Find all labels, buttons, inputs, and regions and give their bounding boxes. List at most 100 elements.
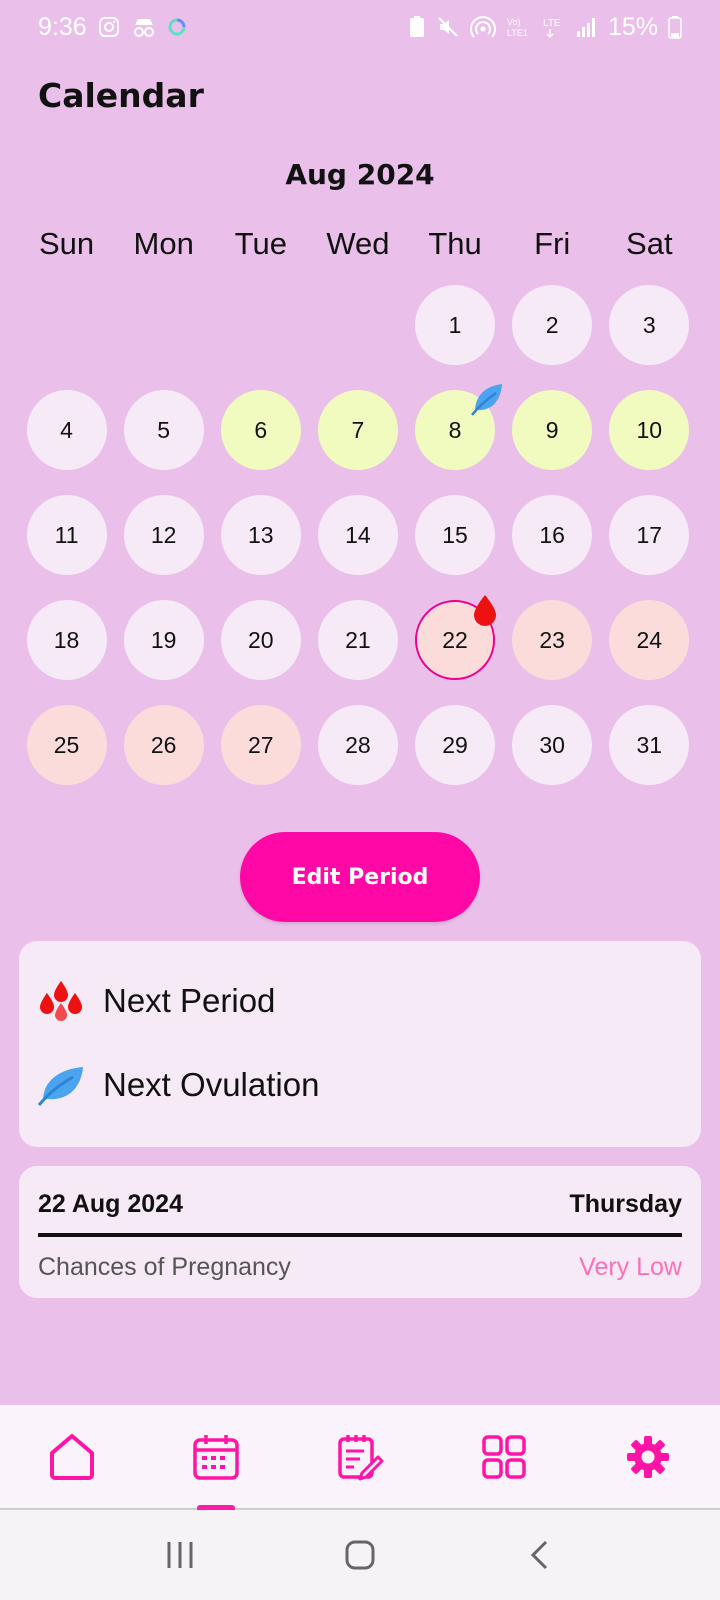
status-time: 9:36	[38, 12, 87, 41]
calendar-cell: 8	[407, 384, 504, 495]
calendar-day[interactable]: 2	[512, 285, 593, 365]
incognito-icon	[131, 15, 157, 39]
battery-percent: 15%	[607, 12, 658, 41]
calendar-cell: 12	[115, 495, 212, 600]
bottom-nav	[0, 1405, 720, 1509]
status-right: Vo) LTE1 LTE 15%	[408, 13, 682, 42]
calendar-cell: 26	[115, 705, 212, 810]
calendar-cell: 15	[407, 495, 504, 600]
nav-settings[interactable]	[613, 1422, 683, 1492]
calendar-day[interactable]: 28	[317, 705, 398, 785]
calendar-day[interactable]: 25	[26, 705, 107, 785]
calendar-day[interactable]: 23	[512, 600, 593, 680]
divider	[38, 1233, 682, 1237]
day-number: 3	[642, 311, 656, 338]
calendar-day[interactable]: 18	[26, 600, 107, 680]
calendar-cell: 14	[309, 495, 406, 600]
calendar-day[interactable]: 14	[317, 495, 398, 575]
calendar-day[interactable]: 6	[220, 390, 301, 470]
day-number: 12	[150, 521, 177, 548]
legend-label: Next Period	[103, 982, 276, 1019]
calendar-day[interactable]: 15	[415, 495, 496, 575]
notes-icon	[338, 1434, 384, 1480]
day-number: 20	[248, 626, 274, 653]
legend-next-period: Next Period	[37, 977, 275, 1025]
calendar-cell: 10	[601, 390, 698, 495]
legend-label: Next Ovulation	[103, 1066, 320, 1103]
back-icon[interactable]	[510, 1525, 570, 1585]
calendar-cell: 1	[407, 285, 504, 390]
status-bar: 9:36 Vo) LTE1 LTE 15%	[0, 0, 720, 54]
instagram-icon	[97, 15, 121, 39]
calendar-cell: 6	[212, 390, 309, 495]
calendar-cell: 30	[504, 705, 601, 810]
period-drop-icon	[474, 595, 497, 626]
calendar-day[interactable]: 4	[26, 390, 107, 470]
recents-icon[interactable]	[150, 1525, 210, 1585]
calendar-day[interactable]: 7	[317, 390, 398, 470]
nav-calendar[interactable]	[181, 1422, 251, 1492]
calendar-day[interactable]: 13	[220, 495, 301, 575]
calendar-cell: 29	[407, 705, 504, 810]
day-number: 22	[442, 626, 468, 653]
calendar-cell: 9	[504, 390, 601, 495]
svg-text:LTE1: LTE1	[507, 28, 528, 38]
sync-ring-icon	[167, 17, 187, 37]
calendar-day[interactable]: 19	[123, 600, 204, 680]
calendar-day[interactable]: 3	[609, 285, 690, 365]
calendar-cell: 2	[504, 285, 601, 390]
status-left: 9:36	[38, 13, 187, 42]
calendar-day[interactable]: 31	[609, 705, 690, 785]
calendar-cell: 13	[212, 495, 309, 600]
calendar-day[interactable]: 24	[609, 600, 690, 680]
calendar-cell: 22	[407, 595, 504, 705]
calendar-cell: 25	[18, 705, 115, 810]
day-number: 21	[345, 626, 371, 653]
nav-home[interactable]	[37, 1422, 107, 1492]
day-number: 9	[545, 416, 559, 443]
calendar-day[interactable]: 11	[26, 495, 107, 575]
calendar-day[interactable]: 8	[415, 384, 503, 470]
ovulation-leaf-icon	[471, 384, 503, 416]
calendar-day[interactable]: 30	[512, 705, 593, 785]
pregnancy-chance-value: Very Low	[579, 1253, 682, 1281]
calendar-cell: 19	[115, 600, 212, 705]
day-number: 8	[448, 416, 462, 443]
calendar-day[interactable]: 17	[609, 495, 690, 575]
day-number: 7	[351, 416, 365, 443]
calendar-day[interactable]: 1	[415, 285, 496, 365]
calendar-day[interactable]: 16	[512, 495, 593, 575]
calendar-cell: 24	[601, 600, 698, 705]
calendar-day[interactable]: 5	[123, 390, 204, 470]
day-number: 30	[539, 731, 565, 758]
day-number: 31	[636, 731, 663, 758]
calendar-day[interactable]: 20	[220, 600, 301, 680]
calendar-day[interactable]: 29	[415, 705, 496, 785]
calendar-day[interactable]: 9	[512, 390, 593, 470]
selected-date: 22 Aug 2024	[38, 1190, 183, 1218]
day-number: 23	[539, 626, 565, 653]
home-circle-icon[interactable]	[330, 1525, 390, 1585]
calendar-day[interactable]: 12	[123, 495, 204, 575]
calendar-day[interactable]: 26	[123, 705, 204, 785]
day-number: 13	[248, 521, 274, 548]
calendar-grid: 1 2 3 4 5 6 7 8 9 10 11 12 13 14 15 16 17 18 19 20 21 22 23 24 2…	[18, 285, 702, 810]
calendar-cell: 21	[309, 600, 406, 705]
day-number: 17	[636, 521, 663, 548]
calendar-day[interactable]: 10	[609, 390, 690, 470]
svg-text:Vo): Vo)	[507, 17, 521, 27]
ovulation-leaf-icon	[37, 1061, 85, 1109]
pregnancy-chance-row: Chances of Pregnancy Very Low	[38, 1253, 682, 1282]
volte-icon: Vo) LTE1	[506, 15, 532, 39]
calendar-day-today[interactable]: 22	[415, 595, 497, 680]
calendar-icon	[193, 1434, 239, 1480]
page-title: Calendar	[38, 76, 204, 115]
pregnancy-chance-label: Chances of Pregnancy	[38, 1253, 291, 1281]
calendar-day[interactable]: 21	[317, 600, 398, 680]
nav-notes[interactable]	[325, 1422, 395, 1492]
weekday-label: Fri	[534, 226, 571, 261]
empty-cell	[115, 285, 212, 390]
edit-period-button[interactable]: Edit Period	[240, 832, 480, 922]
calendar-day[interactable]: 27	[220, 705, 301, 785]
nav-grid[interactable]	[469, 1422, 539, 1492]
